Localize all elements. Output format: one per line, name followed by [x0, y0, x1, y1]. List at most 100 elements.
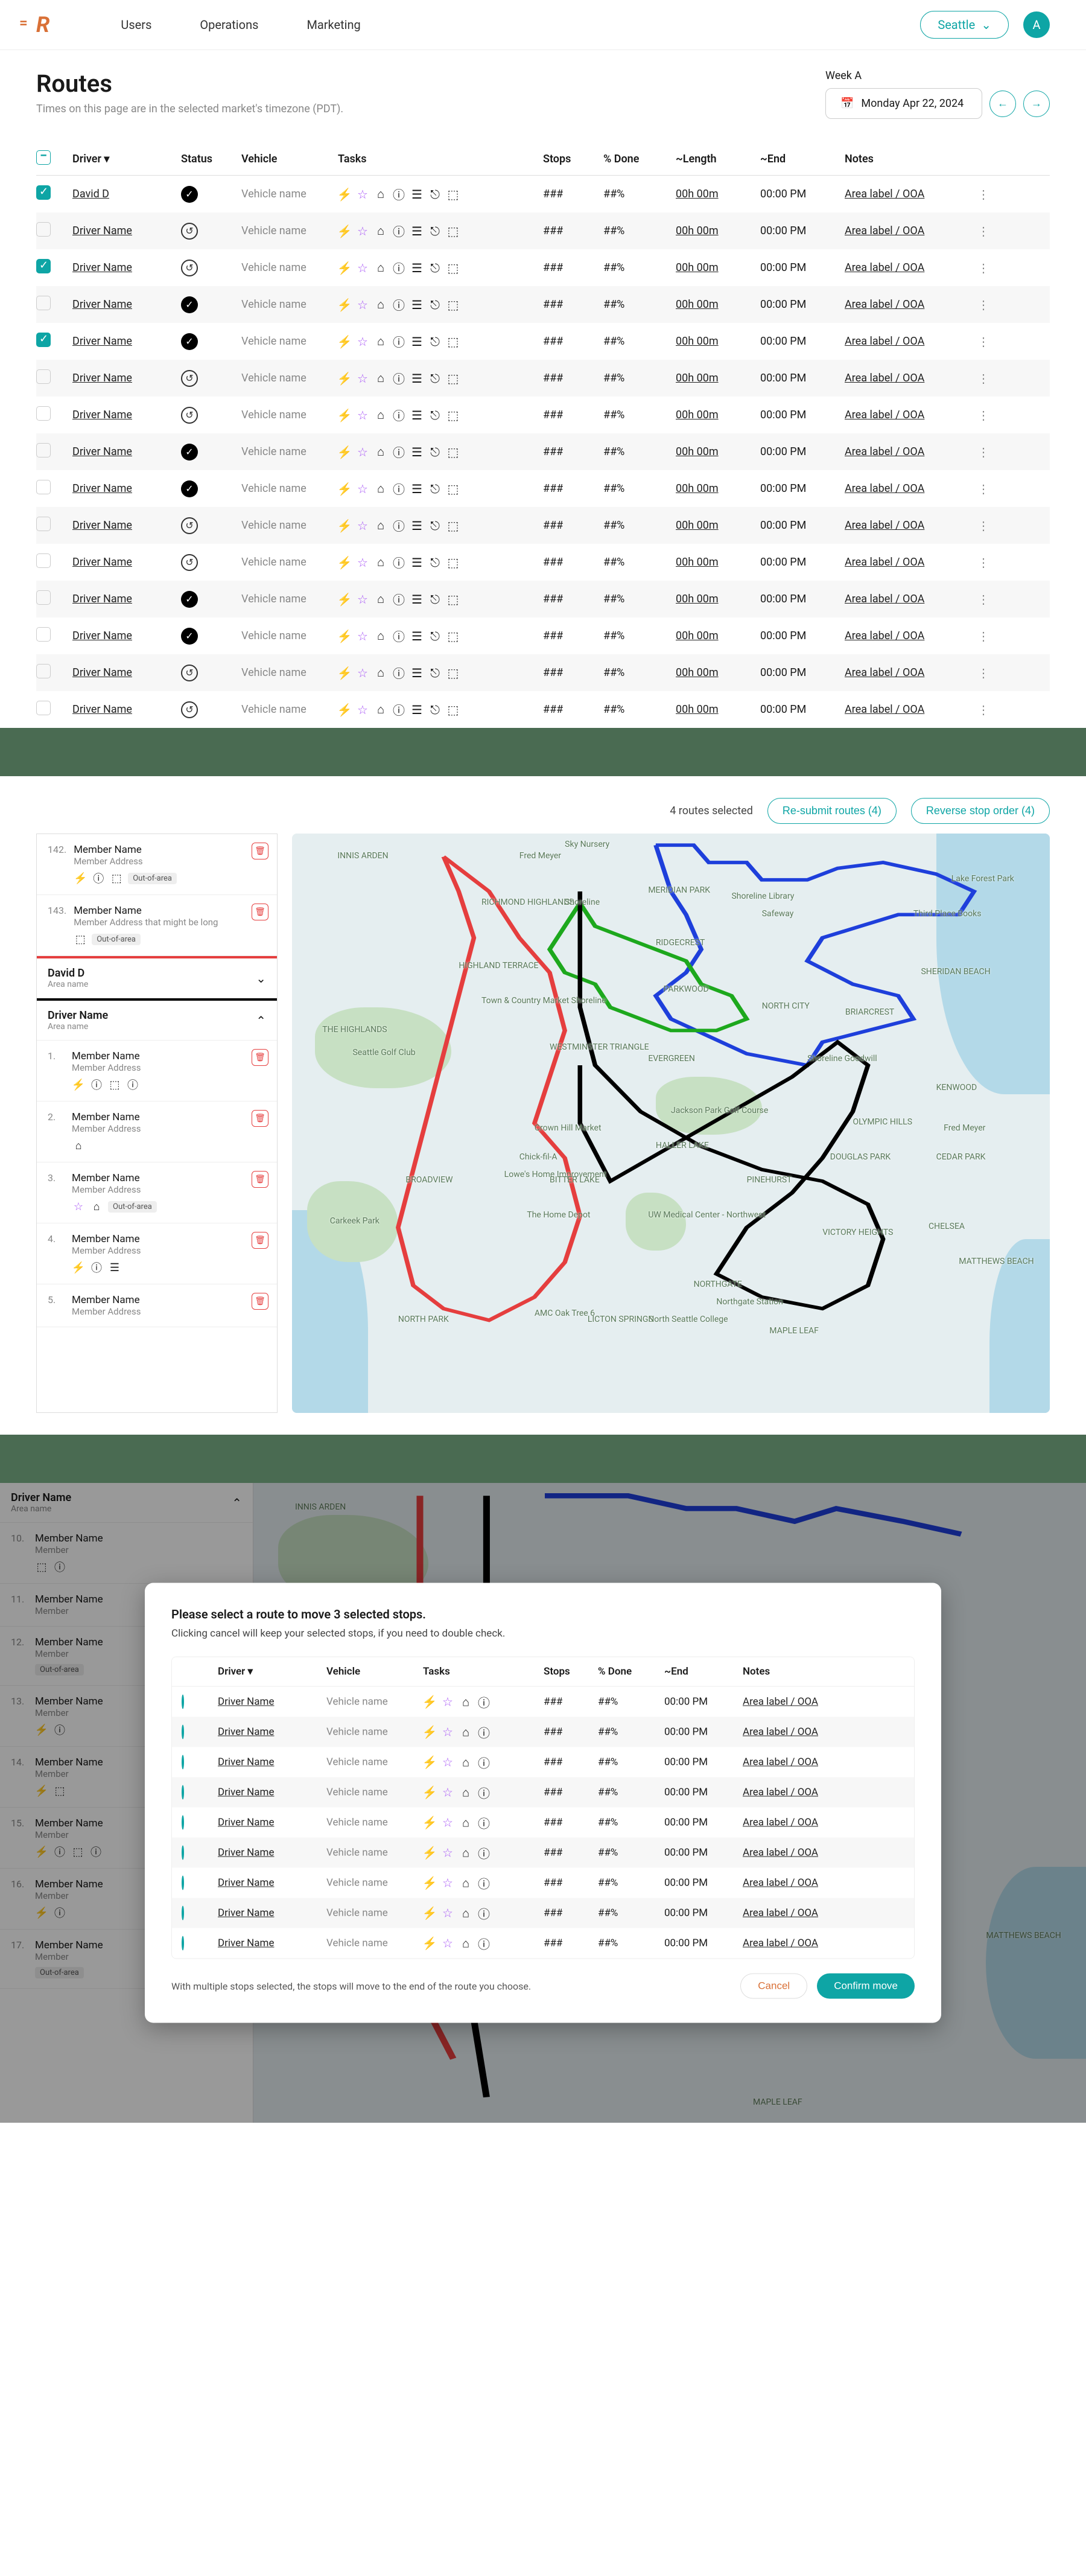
notes-link[interactable]: Area label / OOA	[743, 1787, 818, 1799]
table-row[interactable]: Driver NameVehicle name⚡☆⌂ⓘ#####%00:00 P…	[172, 1717, 914, 1747]
notes-link[interactable]: Area label / OOA	[845, 556, 924, 569]
row-checkbox[interactable]	[36, 369, 51, 384]
row-checkbox[interactable]	[36, 664, 51, 678]
row-menu[interactable]: ⋮	[977, 187, 1002, 202]
notes-link[interactable]: Area label / OOA	[845, 482, 924, 495]
notes-link[interactable]: Area label / OOA	[845, 298, 924, 311]
route-radio[interactable]	[182, 1876, 184, 1890]
column-header[interactable]: % Done	[603, 153, 676, 165]
route-radio[interactable]	[182, 1785, 184, 1800]
column-header[interactable]: ~End	[664, 1666, 743, 1678]
column-header[interactable]: Tasks	[423, 1666, 544, 1678]
notes-link[interactable]: Area label / OOA	[845, 445, 924, 458]
confirm-button[interactable]: Confirm move	[817, 1974, 915, 1999]
reverse-button[interactable]: Reverse stop order (4)	[911, 798, 1050, 824]
delete-stop-button[interactable]: 🗑	[252, 1293, 268, 1310]
row-menu[interactable]: ⋮	[977, 629, 1002, 643]
length-link[interactable]: 00h 00m	[676, 482, 719, 495]
driver-link[interactable]: Driver Name	[218, 1787, 274, 1799]
driver-link[interactable]: Driver Name	[72, 445, 132, 458]
row-menu[interactable]: ⋮	[977, 592, 1002, 607]
table-row[interactable]: Driver NameVehicle name⚡☆⌂ⓘ#####%00:00 P…	[172, 1898, 914, 1928]
row-menu[interactable]: ⋮	[977, 703, 1002, 717]
table-row[interactable]: Driver NameVehicle name⚡☆⌂ⓘ#####%00:00 P…	[172, 1808, 914, 1838]
notes-link[interactable]: Area label / OOA	[743, 1726, 818, 1738]
notes-link[interactable]: Area label / OOA	[845, 261, 924, 274]
column-header[interactable]: Tasks	[338, 153, 543, 165]
row-checkbox[interactable]	[36, 333, 51, 347]
length-link[interactable]: 00h 00m	[676, 445, 719, 458]
driver-link[interactable]: Driver Name	[218, 1726, 274, 1738]
row-menu[interactable]: ⋮	[977, 482, 1002, 496]
length-link[interactable]: 00h 00m	[676, 372, 719, 384]
table-row[interactable]: Driver NameVehicle name⚡☆⌂ⓘ#####%00:00 P…	[172, 1777, 914, 1808]
notes-link[interactable]: Area label / OOA	[743, 1847, 818, 1859]
delete-stop-button[interactable]: 🗑	[252, 1171, 268, 1188]
column-header[interactable]: ~Length	[676, 153, 760, 165]
length-link[interactable]: 00h 00m	[676, 261, 719, 274]
length-link[interactable]: 00h 00m	[676, 409, 719, 421]
driver-link[interactable]: Driver Name	[72, 482, 132, 495]
route-radio[interactable]	[182, 1725, 184, 1739]
row-menu[interactable]: ⋮	[977, 298, 1002, 312]
notes-link[interactable]: Area label / OOA	[845, 630, 924, 642]
table-row[interactable]: Driver NameVehicle name⚡☆⌂ⓘ#####%00:00 P…	[172, 1687, 914, 1717]
column-header[interactable]: Stops	[544, 1666, 598, 1678]
row-menu[interactable]: ⋮	[977, 518, 1002, 533]
route-radio[interactable]	[182, 1846, 184, 1860]
length-link[interactable]: 00h 00m	[676, 188, 719, 200]
length-link[interactable]: 00h 00m	[676, 556, 719, 569]
driver-link[interactable]: Driver Name	[72, 666, 132, 679]
row-checkbox[interactable]	[36, 406, 51, 421]
market-select[interactable]: Seattle ⌄	[920, 11, 1009, 39]
notes-link[interactable]: Area label / OOA	[845, 409, 924, 421]
notes-link[interactable]: Area label / OOA	[845, 593, 924, 605]
row-checkbox[interactable]	[36, 627, 51, 642]
notes-link[interactable]: Area label / OOA	[845, 519, 924, 532]
route-radio[interactable]	[182, 1816, 184, 1830]
stop-item[interactable]: 142.Member NameMember Address⚡ⓘ⬚Out-of-a…	[37, 834, 277, 895]
delete-stop-button[interactable]: 🗑	[252, 843, 268, 859]
row-menu[interactable]: ⋮	[977, 666, 1002, 680]
length-link[interactable]: 00h 00m	[676, 630, 719, 642]
column-header[interactable]: Vehicle	[326, 1666, 423, 1678]
stop-item[interactable]: 5.Member NameMember Address🗑	[37, 1284, 277, 1327]
driver-link[interactable]: Driver Name	[72, 630, 132, 642]
driver-link[interactable]: Driver Name	[72, 335, 132, 348]
driver-link[interactable]: Driver Name	[218, 1696, 274, 1708]
prev-week-button[interactable]: ←	[989, 91, 1016, 117]
notes-link[interactable]: Area label / OOA	[845, 372, 924, 384]
driver-link[interactable]: Driver Name	[218, 1847, 274, 1859]
row-checkbox[interactable]	[36, 259, 51, 273]
table-row[interactable]: Driver NameVehicle name⚡☆⌂ⓘ#####%00:00 P…	[172, 1928, 914, 1959]
delete-stop-button[interactable]: 🗑	[252, 1049, 268, 1066]
row-checkbox[interactable]	[36, 296, 51, 310]
row-menu[interactable]: ⋮	[977, 371, 1002, 386]
date-picker[interactable]: 📅 Monday Apr 22, 2024	[825, 88, 982, 119]
notes-link[interactable]: Area label / OOA	[845, 335, 924, 348]
driver-accordion[interactable]: Driver Name Area name ⌃	[37, 998, 277, 1041]
row-menu[interactable]: ⋮	[977, 408, 1002, 422]
notes-link[interactable]: Area label / OOA	[743, 1907, 818, 1919]
cancel-button[interactable]: Cancel	[740, 1974, 807, 1999]
length-link[interactable]: 00h 00m	[676, 593, 719, 605]
stop-item[interactable]: 143.Member NameMember Address that might…	[37, 895, 277, 956]
select-all-checkbox[interactable]	[36, 150, 51, 165]
driver-link[interactable]: Driver Name	[72, 261, 132, 274]
resubmit-button[interactable]: Re-submit routes (4)	[767, 798, 897, 824]
stop-item[interactable]: 4.Member NameMember Address⚡ⓘ☰🗑	[37, 1223, 277, 1284]
route-radio[interactable]	[182, 1755, 184, 1770]
row-checkbox[interactable]	[36, 185, 51, 200]
column-header[interactable]: Notes	[743, 1666, 863, 1678]
driver-link[interactable]: Driver Name	[218, 1817, 274, 1829]
driver-link[interactable]: Driver Name	[72, 372, 132, 384]
length-link[interactable]: 00h 00m	[676, 225, 719, 237]
table-row[interactable]: Driver NameVehicle name⚡☆⌂ⓘ#####%00:00 P…	[172, 1747, 914, 1777]
driver-link[interactable]: Driver Name	[72, 409, 132, 421]
table-row[interactable]: Driver NameVehicle name⚡☆⌂ⓘ#####%00:00 P…	[172, 1838, 914, 1868]
length-link[interactable]: 00h 00m	[676, 335, 719, 348]
column-header[interactable]: Stops	[543, 153, 603, 165]
column-header[interactable]: Driver ▾	[218, 1666, 326, 1678]
nav-link-operations[interactable]: Operations	[200, 18, 258, 32]
column-header[interactable]: Driver ▾	[72, 153, 181, 165]
